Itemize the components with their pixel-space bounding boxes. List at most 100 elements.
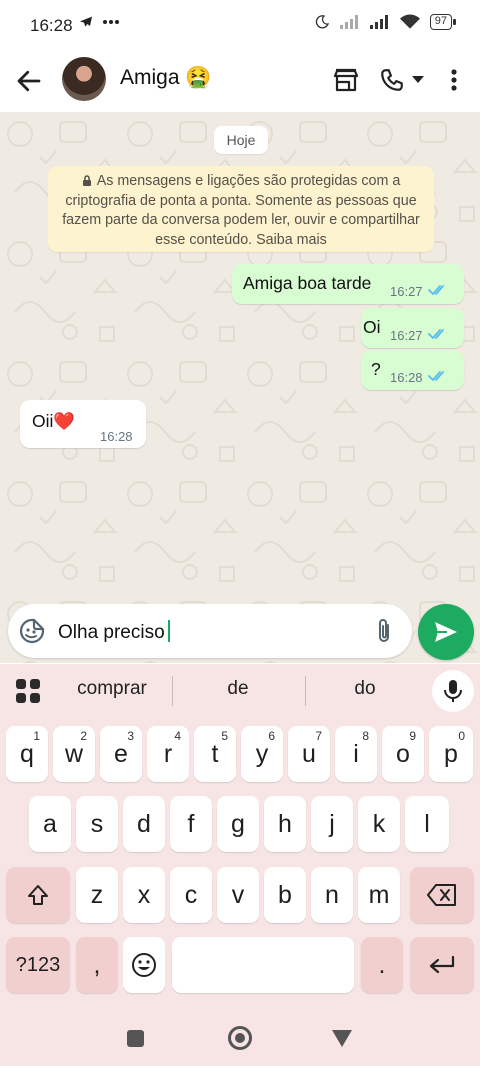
key-l[interactable]: l <box>405 796 449 852</box>
key-y[interactable]: 6y <box>241 726 283 782</box>
voice-input-button[interactable] <box>432 670 474 712</box>
space-key[interactable] <box>172 937 354 993</box>
suggestion-2[interactable]: de <box>188 678 288 700</box>
key-k[interactable]: k <box>358 796 400 852</box>
key-hint: 5 <box>221 729 228 743</box>
key-label: i <box>353 739 359 768</box>
keyboard: comprar de do 1q 2w 3e 4r 5t 6y 7u 8i 9o… <box>0 664 480 1066</box>
key-label: t <box>211 739 219 768</box>
suggestion-3[interactable]: do <box>315 678 415 700</box>
message-bubble-outgoing[interactable]: Oi 16:27 <box>361 308 464 348</box>
key-hint: 1 <box>33 729 40 743</box>
contact-avatar[interactable] <box>62 57 106 101</box>
key-z[interactable]: z <box>76 867 118 923</box>
message-time: 16:27 <box>390 284 423 299</box>
home-button[interactable] <box>228 1026 252 1050</box>
period-key[interactable]: . <box>361 937 403 993</box>
message-bubble-outgoing[interactable]: Amiga boa tarde 16:27 <box>232 264 464 304</box>
read-ticks-icon <box>428 371 444 381</box>
voice-call-icon[interactable] <box>376 64 408 96</box>
key-label: y <box>255 739 269 768</box>
key-t[interactable]: 5t <box>194 726 236 782</box>
status-right-icons: 97 <box>314 14 457 30</box>
key-hint: 6 <box>268 729 275 743</box>
comma-key[interactable]: , <box>76 937 118 993</box>
encryption-notice[interactable]: As mensagens e ligações são protegidas c… <box>48 166 434 252</box>
key-c[interactable]: c <box>170 867 212 923</box>
message-bubble-outgoing[interactable]: ? 16:28 <box>361 350 464 390</box>
key-b[interactable]: b <box>264 867 306 923</box>
key-s[interactable]: s <box>76 796 118 852</box>
composer-area: Olha preciso <box>0 600 480 664</box>
message-text: Oi <box>363 317 381 337</box>
message-input-text[interactable]: Olha preciso <box>58 620 170 644</box>
key-x[interactable]: x <box>123 867 165 923</box>
message-input[interactable]: Olha preciso <box>8 604 412 658</box>
recents-button[interactable] <box>127 1030 144 1047</box>
key-e[interactable]: 3e <box>100 726 142 782</box>
key-i[interactable]: 8i <box>335 726 377 782</box>
status-time: 16:28 <box>30 16 73 35</box>
key-hint: 3 <box>127 729 134 743</box>
message-time: 16:27 <box>390 328 423 343</box>
key-o[interactable]: 9o <box>382 726 424 782</box>
key-w[interactable]: 2w <box>53 726 95 782</box>
enter-key[interactable] <box>410 937 474 993</box>
key-hint: 8 <box>362 729 369 743</box>
key-q[interactable]: 1q <box>6 726 48 782</box>
key-d[interactable]: d <box>123 796 165 852</box>
key-hint: 7 <box>315 729 322 743</box>
emoji-key[interactable] <box>123 937 165 993</box>
chat-header: Amiga 🤮 <box>0 50 480 112</box>
back-button[interactable] <box>332 1030 352 1047</box>
back-arrow-icon[interactable] <box>14 66 44 96</box>
symbols-key[interactable]: ?123 <box>6 937 70 993</box>
key-hint: 2 <box>80 729 87 743</box>
keyboard-apps-grid-icon[interactable] <box>16 679 40 703</box>
date-chip: Hoje <box>214 126 268 154</box>
backspace-key[interactable] <box>410 867 474 923</box>
send-icon <box>435 622 457 642</box>
read-ticks-icon <box>428 329 444 339</box>
shift-key[interactable] <box>6 867 70 923</box>
overflow-menu-icon[interactable] <box>438 64 470 96</box>
text-caret <box>167 620 170 642</box>
key-label: u <box>302 739 316 768</box>
message-time: 16:28 <box>390 370 423 385</box>
key-m[interactable]: m <box>358 867 400 923</box>
key-h[interactable]: h <box>264 796 306 852</box>
message-input-value: Olha preciso <box>58 622 165 643</box>
key-a[interactable]: a <box>29 796 71 852</box>
backspace-icon <box>427 884 456 906</box>
key-r[interactable]: 4r <box>147 726 189 782</box>
status-bar: 16:28 97 <box>0 0 480 50</box>
message-bubble-incoming[interactable]: Oii❤️ 16:28 <box>20 400 146 448</box>
paperclip-icon[interactable] <box>372 617 396 645</box>
telegram-icon <box>80 16 92 27</box>
call-dropdown-chevron-icon[interactable] <box>408 64 428 96</box>
key-label: q <box>20 739 34 768</box>
key-label: p <box>444 739 458 768</box>
wifi-icon <box>399 14 420 29</box>
suggestion-divider <box>172 676 173 706</box>
key-u[interactable]: 7u <box>288 726 330 782</box>
signal-icon <box>369 15 388 29</box>
key-j[interactable]: j <box>311 796 353 852</box>
suggestion-bar: comprar de do <box>0 664 480 718</box>
chat-area[interactable]: Hoje As mensagens e ligações são protegi… <box>0 112 480 663</box>
key-label: e <box>114 739 128 768</box>
key-n[interactable]: n <box>311 867 353 923</box>
more-notifications-icon <box>103 20 119 24</box>
key-p[interactable]: 0p <box>429 726 473 782</box>
key-v[interactable]: v <box>217 867 259 923</box>
sticker-icon[interactable] <box>18 617 46 645</box>
send-button[interactable] <box>418 604 474 660</box>
enter-icon <box>429 955 455 974</box>
key-f[interactable]: f <box>170 796 212 852</box>
contact-name[interactable]: Amiga 🤮 <box>120 66 212 90</box>
suggestion-1[interactable]: comprar <box>62 678 162 700</box>
store-icon[interactable] <box>330 64 362 96</box>
lock-icon <box>82 175 91 186</box>
message-text: ? <box>371 359 381 379</box>
key-g[interactable]: g <box>217 796 259 852</box>
